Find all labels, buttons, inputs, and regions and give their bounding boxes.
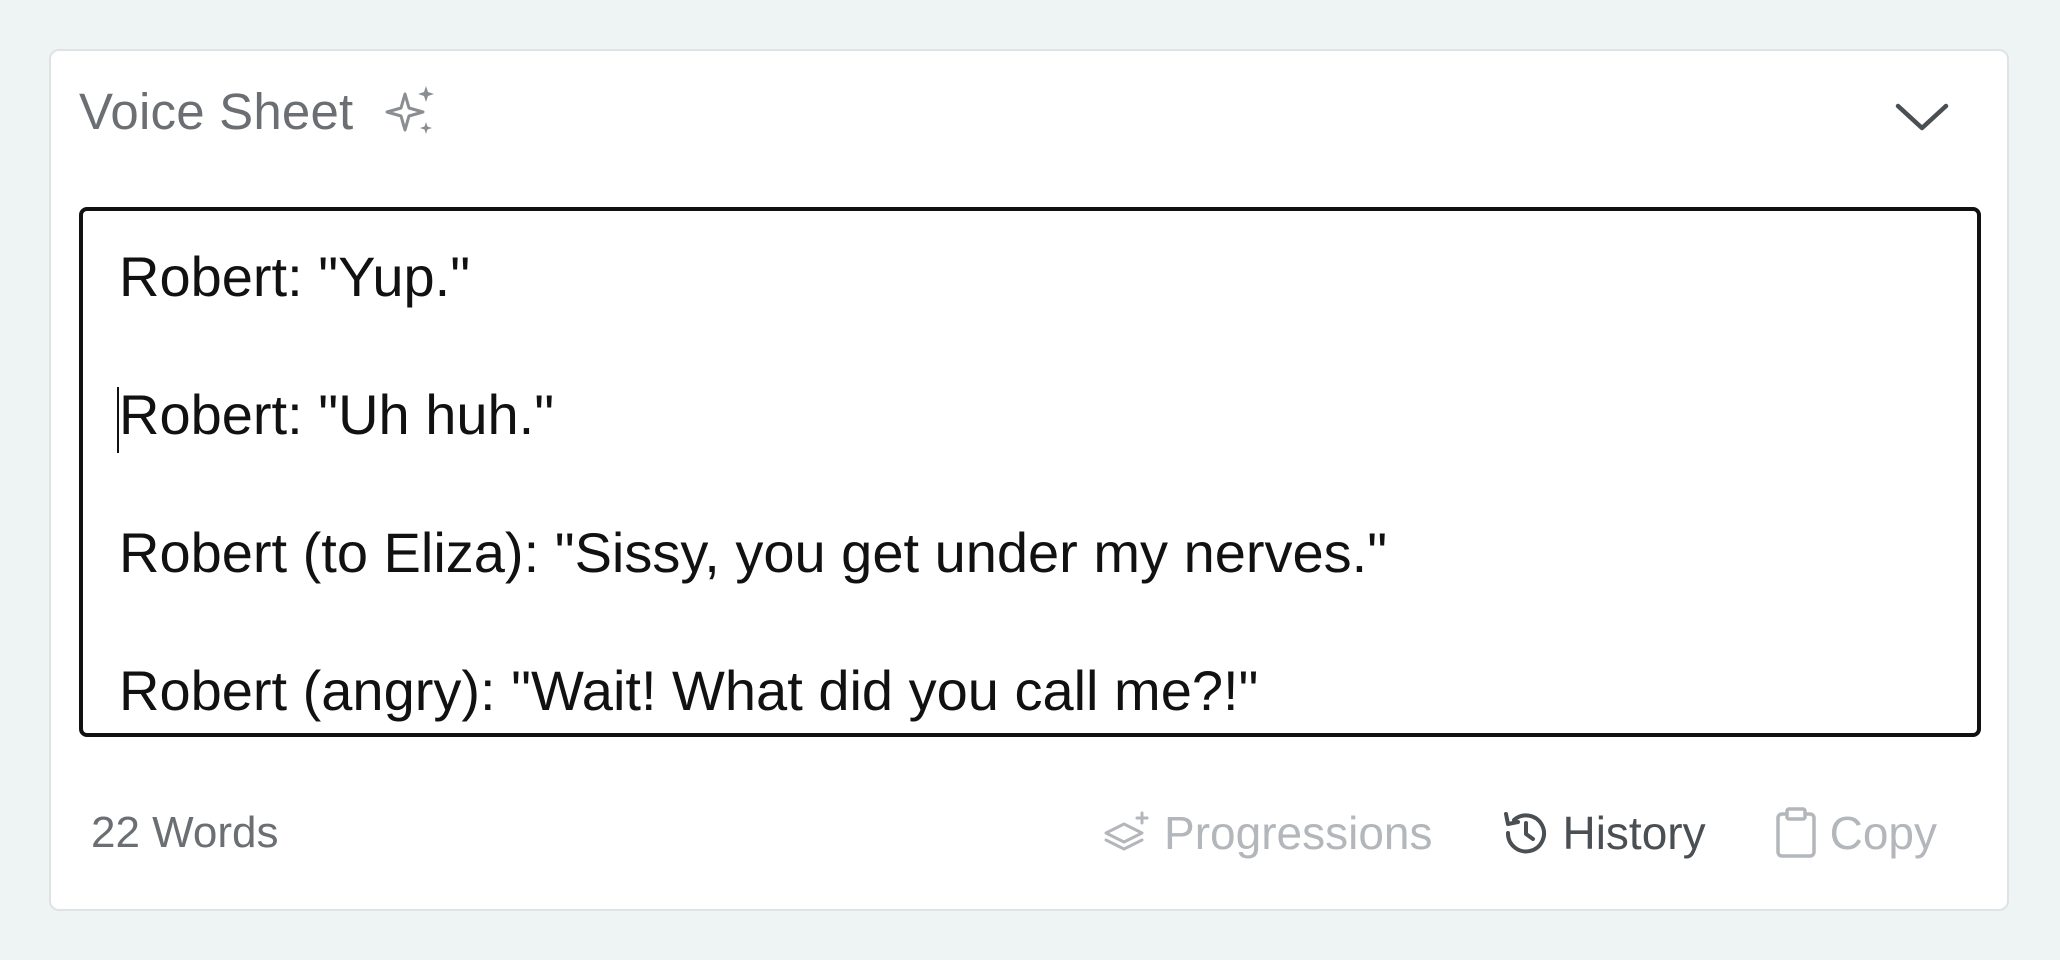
panel-footer: 22 Words Progressions History Copy [91, 803, 1937, 863]
collapse-button[interactable] [1887, 91, 1957, 141]
editor-line-with-caret: Robert: "Uh huh." [117, 379, 1941, 517]
voice-sheet-editor[interactable]: Robert: "Yup." Robert: "Uh huh." Robert … [79, 207, 1981, 737]
footer-actions: Progressions History Copy [1102, 806, 1937, 860]
editor-line-text: Robert: "Uh huh." [119, 383, 555, 446]
history-label: History [1562, 807, 1706, 859]
history-icon [1504, 812, 1547, 854]
progressions-button[interactable]: Progressions [1102, 806, 1432, 860]
panel-header: Voice Sheet [79, 81, 439, 141]
chevron-down-icon [1895, 103, 1949, 131]
history-button[interactable]: History [1498, 806, 1706, 860]
voice-sheet-panel: Voice Sheet Robert: "Yup." Robert: "Uh h… [49, 49, 2009, 911]
editor-line: Robert (to Eliza): "Sissy, you get under… [119, 521, 1388, 584]
copy-label: Copy [1829, 807, 1937, 859]
layers-plus-icon [1104, 811, 1149, 851]
editor-line: Robert: "Yup." [119, 245, 471, 308]
clipboard-icon [1775, 807, 1816, 858]
editor-line: Robert (angry): "Wait! What did you call… [119, 659, 1259, 722]
progressions-label: Progressions [1164, 807, 1433, 859]
panel-title: Voice Sheet [79, 82, 354, 140]
text-caret [117, 387, 119, 453]
copy-button[interactable]: Copy [1772, 806, 1937, 860]
sparkle-icon [381, 82, 439, 140]
word-count: 22 Words [91, 808, 279, 857]
